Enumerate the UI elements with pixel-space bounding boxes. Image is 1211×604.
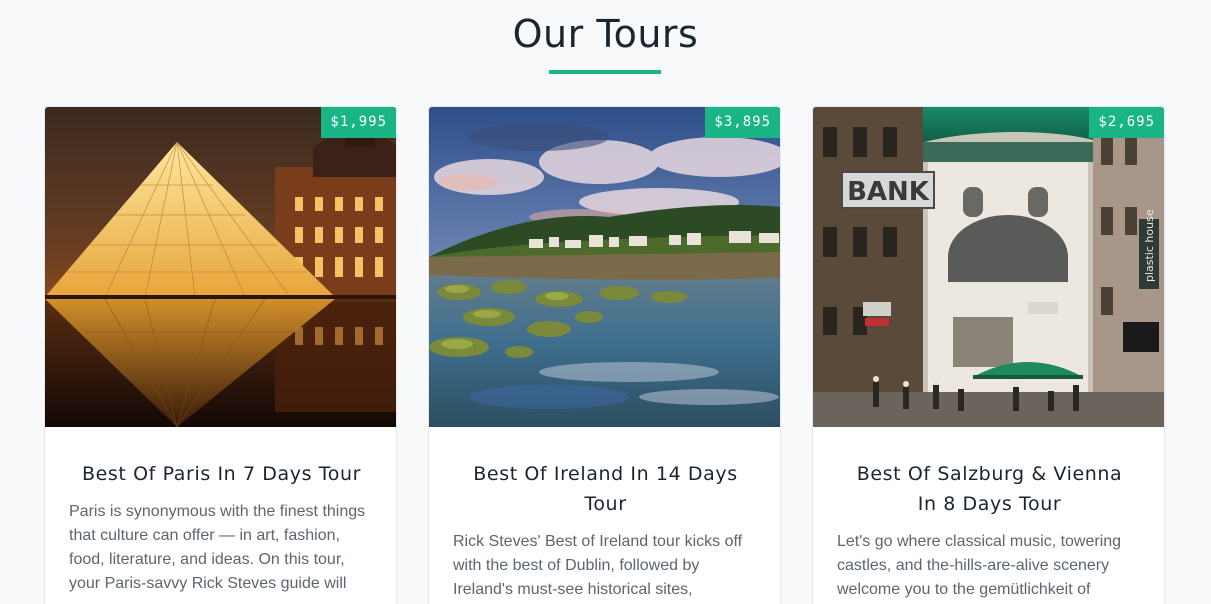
price-badge: $1,995: [321, 107, 396, 138]
tour-image-ireland[interactable]: [429, 107, 780, 427]
tour-card-salzburg-vienna[interactable]: BANK plastic house $2,695 Best Of Salzbu…: [812, 106, 1165, 604]
tour-card-body: Best Of Salzburg & Vienna In 8 Days Tour…: [813, 459, 1164, 602]
price-badge: $3,895: [705, 107, 780, 138]
price-badge: $2,695: [1089, 107, 1164, 138]
page-title: Our Tours: [512, 12, 699, 56]
irish-coast-photo: [429, 107, 780, 427]
vienna-street-photo: BANK plastic house: [813, 107, 1164, 427]
tour-title[interactable]: Best Of Ireland In 14 Days Tour: [453, 459, 758, 519]
tour-description: Paris is synonymous with the finest thin…: [69, 503, 366, 592]
tour-card-body: Best Of Ireland In 14 Days Tour Rick Ste…: [429, 459, 780, 602]
tour-card-body: Best Of Paris In 7 Days Tour Paris is sy…: [45, 459, 396, 596]
tour-description: Let's go where classical music, towering…: [837, 533, 1122, 598]
tour-card-paris[interactable]: $1,995 Best Of Paris In 7 Days Tour Pari…: [44, 106, 397, 604]
tour-description: Rick Steves' Best of Ireland tour kicks …: [453, 533, 743, 598]
tour-card-ireland[interactable]: $3,895 Best Of Ireland In 14 Days Tour R…: [428, 106, 781, 604]
tour-image-vienna[interactable]: BANK plastic house: [813, 107, 1164, 427]
louvre-pyramid-photo: [45, 107, 396, 427]
svg-text:plastic house: plastic house: [1143, 209, 1156, 282]
tour-image-paris[interactable]: [45, 107, 396, 427]
tour-title[interactable]: Best Of Paris In 7 Days Tour: [69, 459, 374, 489]
title-underline: [549, 70, 661, 74]
svg-text:BANK: BANK: [847, 177, 930, 207]
tour-title[interactable]: Best Of Salzburg & Vienna In 8 Days Tour: [837, 459, 1142, 519]
